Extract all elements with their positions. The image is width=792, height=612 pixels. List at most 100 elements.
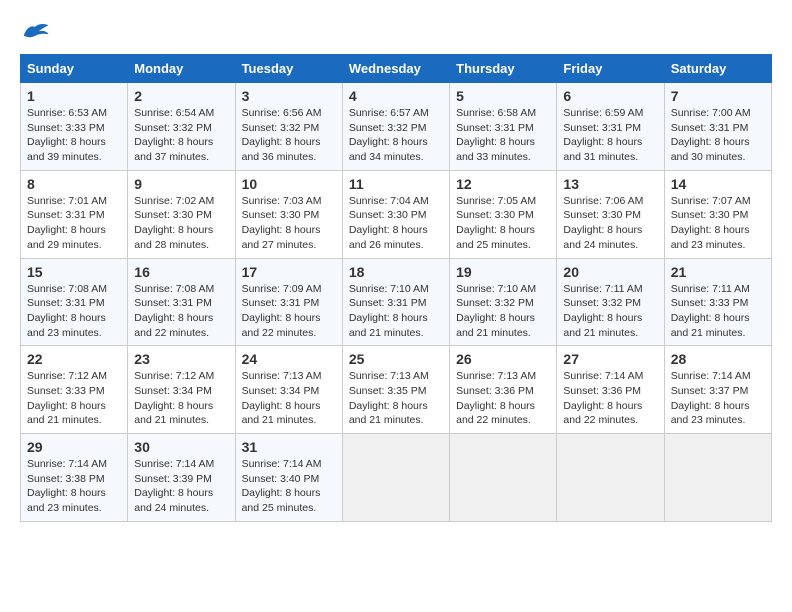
day-number: 2 — [134, 88, 228, 104]
day-number: 4 — [349, 88, 443, 104]
day-number: 24 — [242, 351, 336, 367]
calendar-table: SundayMondayTuesdayWednesdayThursdayFrid… — [20, 54, 772, 522]
calendar-day-cell: 7 Sunrise: 7:00 AMSunset: 3:31 PMDaylight… — [664, 83, 771, 171]
logo-bird-icon — [20, 20, 50, 44]
day-number: 3 — [242, 88, 336, 104]
day-number: 6 — [563, 88, 657, 104]
calendar-day-cell: 26 Sunrise: 7:13 AMSunset: 3:36 PMDayligh… — [450, 346, 557, 434]
day-info: Sunrise: 7:13 AMSunset: 3:34 PMDaylight:… — [242, 369, 336, 428]
day-info: Sunrise: 7:13 AMSunset: 3:35 PMDaylight:… — [349, 369, 443, 428]
day-number: 15 — [27, 264, 121, 280]
calendar-day-cell: 18 Sunrise: 7:10 AMSunset: 3:31 PMDayligh… — [342, 258, 449, 346]
day-info: Sunrise: 6:56 AMSunset: 3:32 PMDaylight:… — [242, 106, 336, 165]
day-number: 19 — [456, 264, 550, 280]
calendar-day-cell: 31 Sunrise: 7:14 AMSunset: 3:40 PMDayligh… — [235, 434, 342, 522]
day-number: 20 — [563, 264, 657, 280]
day-info: Sunrise: 7:14 AMSunset: 3:40 PMDaylight:… — [242, 457, 336, 516]
calendar-header: SundayMondayTuesdayWednesdayThursdayFrid… — [21, 55, 772, 83]
day-number: 5 — [456, 88, 550, 104]
day-info: Sunrise: 7:11 AMSunset: 3:33 PMDaylight:… — [671, 282, 765, 341]
weekday-header-tuesday: Tuesday — [235, 55, 342, 83]
calendar-day-cell: 3 Sunrise: 6:56 AMSunset: 3:32 PMDaylight… — [235, 83, 342, 171]
day-info: Sunrise: 7:12 AMSunset: 3:34 PMDaylight:… — [134, 369, 228, 428]
calendar-day-cell: 17Sunrise: 7:09 AMSunset: 3:31 PMDayligh… — [235, 258, 342, 346]
weekday-row: SundayMondayTuesdayWednesdayThursdayFrid… — [21, 55, 772, 83]
calendar-day-cell: 25 Sunrise: 7:13 AMSunset: 3:35 PMDayligh… — [342, 346, 449, 434]
calendar-day-cell: 11Sunrise: 7:04 AMSunset: 3:30 PMDayligh… — [342, 170, 449, 258]
calendar-day-cell: 20Sunrise: 7:11 AMSunset: 3:32 PMDayligh… — [557, 258, 664, 346]
calendar-day-cell — [342, 434, 449, 522]
calendar-day-cell: 24 Sunrise: 7:13 AMSunset: 3:34 PMDayligh… — [235, 346, 342, 434]
day-number: 25 — [349, 351, 443, 367]
day-number: 18 — [349, 264, 443, 280]
calendar-day-cell — [664, 434, 771, 522]
day-number: 13 — [563, 176, 657, 192]
day-number: 26 — [456, 351, 550, 367]
day-number: 9 — [134, 176, 228, 192]
calendar-day-cell: 21 Sunrise: 7:11 AMSunset: 3:33 PMDayligh… — [664, 258, 771, 346]
day-info: Sunrise: 7:00 AMSunset: 3:31 PMDaylight:… — [671, 106, 765, 165]
calendar-week-row: 15 Sunrise: 7:08 AMSunset: 3:31 PMDayligh… — [21, 258, 772, 346]
day-info: Sunrise: 7:14 AMSunset: 3:36 PMDaylight:… — [563, 369, 657, 428]
weekday-header-thursday: Thursday — [450, 55, 557, 83]
day-info: Sunrise: 7:08 AMSunset: 3:31 PMDaylight:… — [27, 282, 121, 341]
day-info: Sunrise: 7:12 AMSunset: 3:33 PMDaylight:… — [27, 369, 121, 428]
day-info: Sunrise: 6:59 AMSunset: 3:31 PMDaylight:… — [563, 106, 657, 165]
calendar-day-cell — [450, 434, 557, 522]
day-number: 27 — [563, 351, 657, 367]
calendar-day-cell: 16Sunrise: 7:08 AMSunset: 3:31 PMDayligh… — [128, 258, 235, 346]
day-info: Sunrise: 7:05 AMSunset: 3:30 PMDaylight:… — [456, 194, 550, 253]
weekday-header-wednesday: Wednesday — [342, 55, 449, 83]
day-number: 8 — [27, 176, 121, 192]
day-info: Sunrise: 7:14 AMSunset: 3:37 PMDaylight:… — [671, 369, 765, 428]
calendar-day-cell: 4Sunrise: 6:57 AMSunset: 3:32 PMDaylight… — [342, 83, 449, 171]
weekday-header-saturday: Saturday — [664, 55, 771, 83]
calendar-day-cell — [557, 434, 664, 522]
day-number: 10 — [242, 176, 336, 192]
day-number: 28 — [671, 351, 765, 367]
day-number: 17 — [242, 264, 336, 280]
calendar-day-cell: 15 Sunrise: 7:08 AMSunset: 3:31 PMDayligh… — [21, 258, 128, 346]
day-number: 7 — [671, 88, 765, 104]
calendar-day-cell: 22 Sunrise: 7:12 AMSunset: 3:33 PMDayligh… — [21, 346, 128, 434]
day-number: 21 — [671, 264, 765, 280]
page-header — [20, 20, 772, 44]
day-info: Sunrise: 7:01 AMSunset: 3:31 PMDaylight:… — [27, 194, 121, 253]
calendar-week-row: 8 Sunrise: 7:01 AMSunset: 3:31 PMDaylight… — [21, 170, 772, 258]
day-info: Sunrise: 7:02 AMSunset: 3:30 PMDaylight:… — [134, 194, 228, 253]
day-number: 30 — [134, 439, 228, 455]
day-info: Sunrise: 6:58 AMSunset: 3:31 PMDaylight:… — [456, 106, 550, 165]
calendar-day-cell: 8 Sunrise: 7:01 AMSunset: 3:31 PMDaylight… — [21, 170, 128, 258]
day-info: Sunrise: 7:04 AMSunset: 3:30 PMDaylight:… — [349, 194, 443, 253]
calendar-day-cell: 30 Sunrise: 7:14 AMSunset: 3:39 PMDayligh… — [128, 434, 235, 522]
calendar-day-cell: 9 Sunrise: 7:02 AMSunset: 3:30 PMDaylight… — [128, 170, 235, 258]
day-number: 12 — [456, 176, 550, 192]
calendar-day-cell: 27 Sunrise: 7:14 AMSunset: 3:36 PMDayligh… — [557, 346, 664, 434]
day-number: 1 — [27, 88, 121, 104]
day-number: 16 — [134, 264, 228, 280]
day-number: 23 — [134, 351, 228, 367]
day-info: Sunrise: 7:14 AMSunset: 3:38 PMDaylight:… — [27, 457, 121, 516]
calendar-day-cell: 1 Sunrise: 6:53 AMSunset: 3:33 PMDaylight… — [21, 83, 128, 171]
day-info: Sunrise: 6:54 AMSunset: 3:32 PMDaylight:… — [134, 106, 228, 165]
weekday-header-sunday: Sunday — [21, 55, 128, 83]
calendar-week-row: 22 Sunrise: 7:12 AMSunset: 3:33 PMDayligh… — [21, 346, 772, 434]
day-info: Sunrise: 7:03 AMSunset: 3:30 PMDaylight:… — [242, 194, 336, 253]
day-number: 22 — [27, 351, 121, 367]
calendar-body: 1 Sunrise: 6:53 AMSunset: 3:33 PMDaylight… — [21, 83, 772, 522]
calendar-day-cell: 19Sunrise: 7:10 AMSunset: 3:32 PMDayligh… — [450, 258, 557, 346]
day-number: 31 — [242, 439, 336, 455]
calendar-day-cell: 29 Sunrise: 7:14 AMSunset: 3:38 PMDayligh… — [21, 434, 128, 522]
day-info: Sunrise: 7:13 AMSunset: 3:36 PMDaylight:… — [456, 369, 550, 428]
weekday-header-friday: Friday — [557, 55, 664, 83]
calendar-day-cell: 13Sunrise: 7:06 AMSunset: 3:30 PMDayligh… — [557, 170, 664, 258]
day-info: Sunrise: 7:10 AMSunset: 3:31 PMDaylight:… — [349, 282, 443, 341]
weekday-header-monday: Monday — [128, 55, 235, 83]
calendar-week-row: 1 Sunrise: 6:53 AMSunset: 3:33 PMDaylight… — [21, 83, 772, 171]
day-info: Sunrise: 7:14 AMSunset: 3:39 PMDaylight:… — [134, 457, 228, 516]
day-number: 14 — [671, 176, 765, 192]
day-number: 29 — [27, 439, 121, 455]
day-info: Sunrise: 6:53 AMSunset: 3:33 PMDaylight:… — [27, 106, 121, 165]
calendar-day-cell: 10 Sunrise: 7:03 AMSunset: 3:30 PMDayligh… — [235, 170, 342, 258]
calendar-day-cell: 6 Sunrise: 6:59 AMSunset: 3:31 PMDaylight… — [557, 83, 664, 171]
